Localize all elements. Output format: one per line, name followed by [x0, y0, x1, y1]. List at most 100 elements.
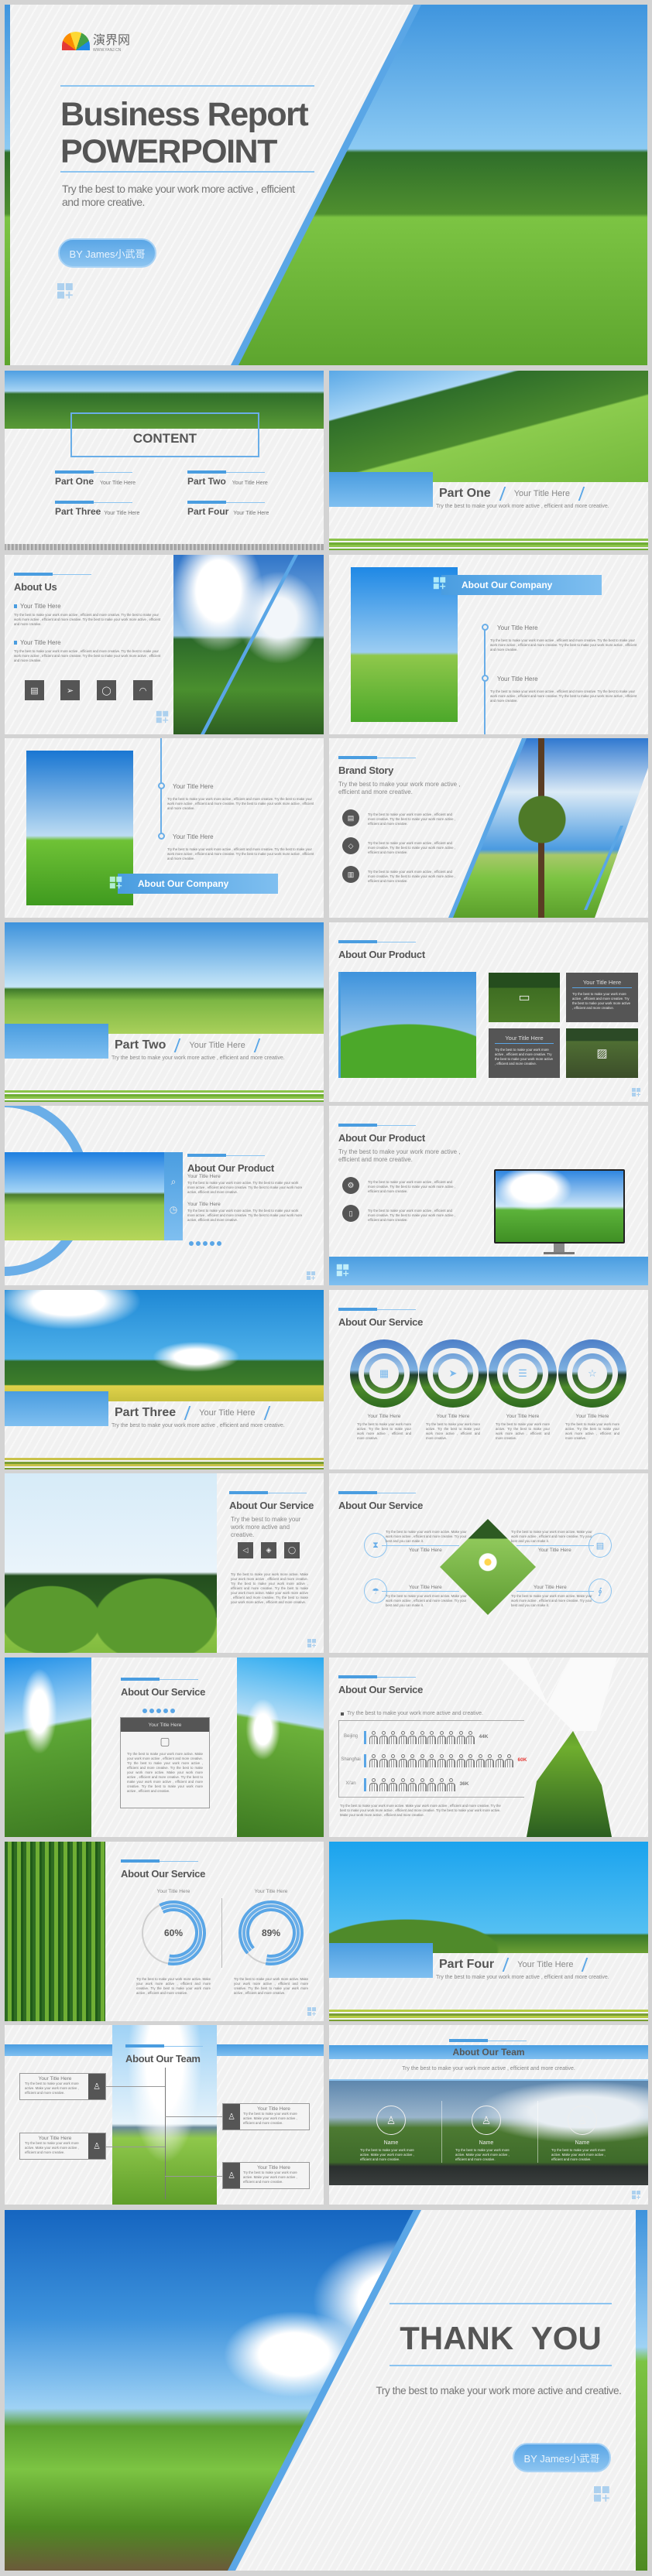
person-icon — [427, 1778, 436, 1791]
slide-product-tiles: About Our Product ▭ Your Title Here Try … — [329, 922, 648, 1102]
thanks-subtitle: Try the best to make your work more acti… — [376, 2385, 622, 2396]
user-icon[interactable]: ◯ — [284, 1542, 300, 1558]
person-icon — [427, 1754, 436, 1767]
user-icon[interactable]: ◯ — [97, 680, 116, 700]
team-member[interactable]: ♙ Name Try the best to make your work mo… — [551, 2106, 613, 2162]
slide-section-part-one: Part One Your Title Here Try the best to… — [329, 371, 648, 550]
person-icon — [417, 1778, 427, 1791]
slide-service-hills: About Our Service Try the best to make y… — [5, 1473, 324, 1653]
contents-item-part-four[interactable]: Part Four Your Title Here — [187, 501, 269, 517]
section-header: Part One Your Title Here — [439, 487, 585, 501]
heading-accent-bar — [121, 1678, 198, 1681]
service-card: Your Title Here ▢ Try the best to make y… — [120, 1717, 210, 1808]
slide-about-company-2: Your Title Here Try the best to make you… — [5, 738, 324, 918]
product-tile-photo[interactable]: ▨ — [566, 1028, 638, 1078]
gear-icon: ⚙ — [342, 1177, 359, 1194]
member-body: Try the best to make your work more acti… — [243, 2171, 297, 2184]
item-title: Your Title Here — [173, 833, 214, 840]
slide-heading: About Us — [14, 581, 57, 593]
contents-title-box: CONTENT — [70, 412, 259, 457]
wifi-icon[interactable]: ◠ — [133, 680, 153, 700]
service-item-title: Your Title Here — [436, 1414, 470, 1419]
team-member[interactable]: ♙ Name Try the best to make your work mo… — [455, 2106, 517, 2162]
product-tile-photo[interactable]: ▭ — [489, 973, 560, 1022]
product-item-body: Try the best to make your work more acti… — [187, 1181, 303, 1194]
person-icon: ♙ — [88, 2133, 105, 2159]
team-member[interactable]: ♙ Name Try the best to make your work mo… — [360, 2106, 422, 2162]
item-title: Your Title Here — [497, 624, 538, 631]
card-header: Your Title Here — [121, 1718, 209, 1732]
tree-trunk-line — [165, 2068, 166, 2199]
paper-plane-icon[interactable]: ➢ — [60, 680, 80, 700]
logo-mark-icon — [62, 32, 90, 50]
grid-plus-icon — [632, 1088, 640, 1096]
person-icon — [379, 1731, 388, 1744]
bottom-grass-strip — [329, 2010, 648, 2021]
branch-line — [106, 2086, 165, 2087]
heading-accent-bar — [125, 2044, 203, 2048]
service-item-title: Your Title Here — [506, 1414, 540, 1419]
logo-subtext: WWW.YANJ.CN — [93, 48, 122, 53]
section-title: Your Title Here — [199, 1408, 256, 1418]
person-icon — [437, 1754, 446, 1767]
heading: About Our Product — [338, 940, 425, 960]
compass-icon[interactable]: ◈ — [261, 1542, 276, 1558]
product-photo — [338, 972, 476, 1078]
section-label: Part Two — [115, 1038, 166, 1052]
section-description: Try the best to make your work more acti… — [436, 504, 609, 509]
person-icon — [398, 1778, 407, 1791]
product-intro: Try the best to make your work more acti… — [338, 1148, 461, 1163]
section-description: Try the best to make your work more acti… — [112, 1055, 285, 1061]
product-tile[interactable]: Your Title Here Try the best to make you… — [566, 973, 638, 1022]
row-accent-bar — [364, 1731, 366, 1744]
author-button[interactable]: BY James小武哥 — [513, 2443, 611, 2472]
slide-section-part-three: Part Three Your Title Here Try the best … — [5, 1290, 324, 1469]
contents-item-part-two[interactable]: Part Two Your Title Here — [187, 470, 268, 487]
service-item-title: Your Title Here — [534, 1585, 567, 1590]
person-icon — [505, 1754, 513, 1767]
grid-plus-icon — [57, 283, 73, 299]
slide-service-donuts: About Our Service Your Title Here 60% Try … — [5, 1842, 324, 2021]
item-body: Try the best to make your work more acti… — [14, 649, 161, 662]
person-icon — [379, 1778, 388, 1791]
grid-plus-icon — [307, 1271, 315, 1280]
city-label: Beijing — [343, 1734, 358, 1739]
service-item-body: Try the best to make your work more acti… — [511, 1594, 592, 1607]
hillside-photo-left — [5, 1657, 91, 1837]
slide-brand-story: Brand Story Try the best to make your wo… — [329, 738, 648, 918]
bullet-square-icon — [14, 604, 17, 608]
person-icon — [417, 1754, 427, 1767]
member-body: Try the best to make your work more acti… — [25, 2141, 79, 2154]
pagination-dots — [142, 1703, 177, 1717]
author-button[interactable]: BY James小武哥 — [58, 238, 156, 268]
person-icon — [369, 1778, 378, 1791]
heading: About Our Service — [338, 1308, 423, 1328]
tile-title: Your Title Here — [495, 1035, 554, 1044]
person-icon — [466, 1754, 475, 1767]
member-body: Try the best to make your work more acti… — [455, 2148, 510, 2161]
item-body: Try the best to make your work more acti… — [167, 847, 314, 860]
section-blue-block — [5, 1391, 108, 1426]
edge-photo — [636, 2210, 647, 2571]
intro-text: Try the best to make your work more acti… — [347, 1711, 483, 1716]
person-icon — [486, 1754, 494, 1767]
heading-accent-bar — [187, 1154, 265, 1158]
heading-accent-bar — [121, 1859, 198, 1863]
city-label: Xi'an — [345, 1781, 356, 1786]
product-tile[interactable]: Your Title Here Try the best to make you… — [489, 1028, 560, 1078]
column-divider — [441, 2101, 442, 2163]
product-item-title: Your Title Here — [187, 1174, 221, 1179]
cover-title-line1: Business Report — [60, 96, 309, 133]
team-card[interactable]: Your Title Here Try the best to make you… — [222, 2103, 310, 2130]
contents-item-part-three[interactable]: Part Three Your Title Here — [55, 501, 139, 517]
briefcase-icon: ▢ — [160, 1734, 170, 1747]
speaker-icon[interactable]: ◁ — [238, 1542, 253, 1558]
team-card[interactable]: Your Title Here Try the best to make you… — [19, 2073, 106, 2100]
id-card-icon[interactable]: ▤ — [25, 680, 44, 700]
service-item-body: Try the best to make your work more acti… — [511, 1530, 592, 1543]
team-card[interactable]: Your Title Here Try the best to make you… — [222, 2162, 310, 2189]
service-item-body: Try the best to make your work more acti… — [386, 1594, 467, 1607]
team-card[interactable]: Your Title Here Try the best to make you… — [19, 2133, 106, 2160]
contents-item-part-one[interactable]: Part One Your Title Here — [55, 470, 136, 487]
person-icon — [437, 1731, 446, 1744]
